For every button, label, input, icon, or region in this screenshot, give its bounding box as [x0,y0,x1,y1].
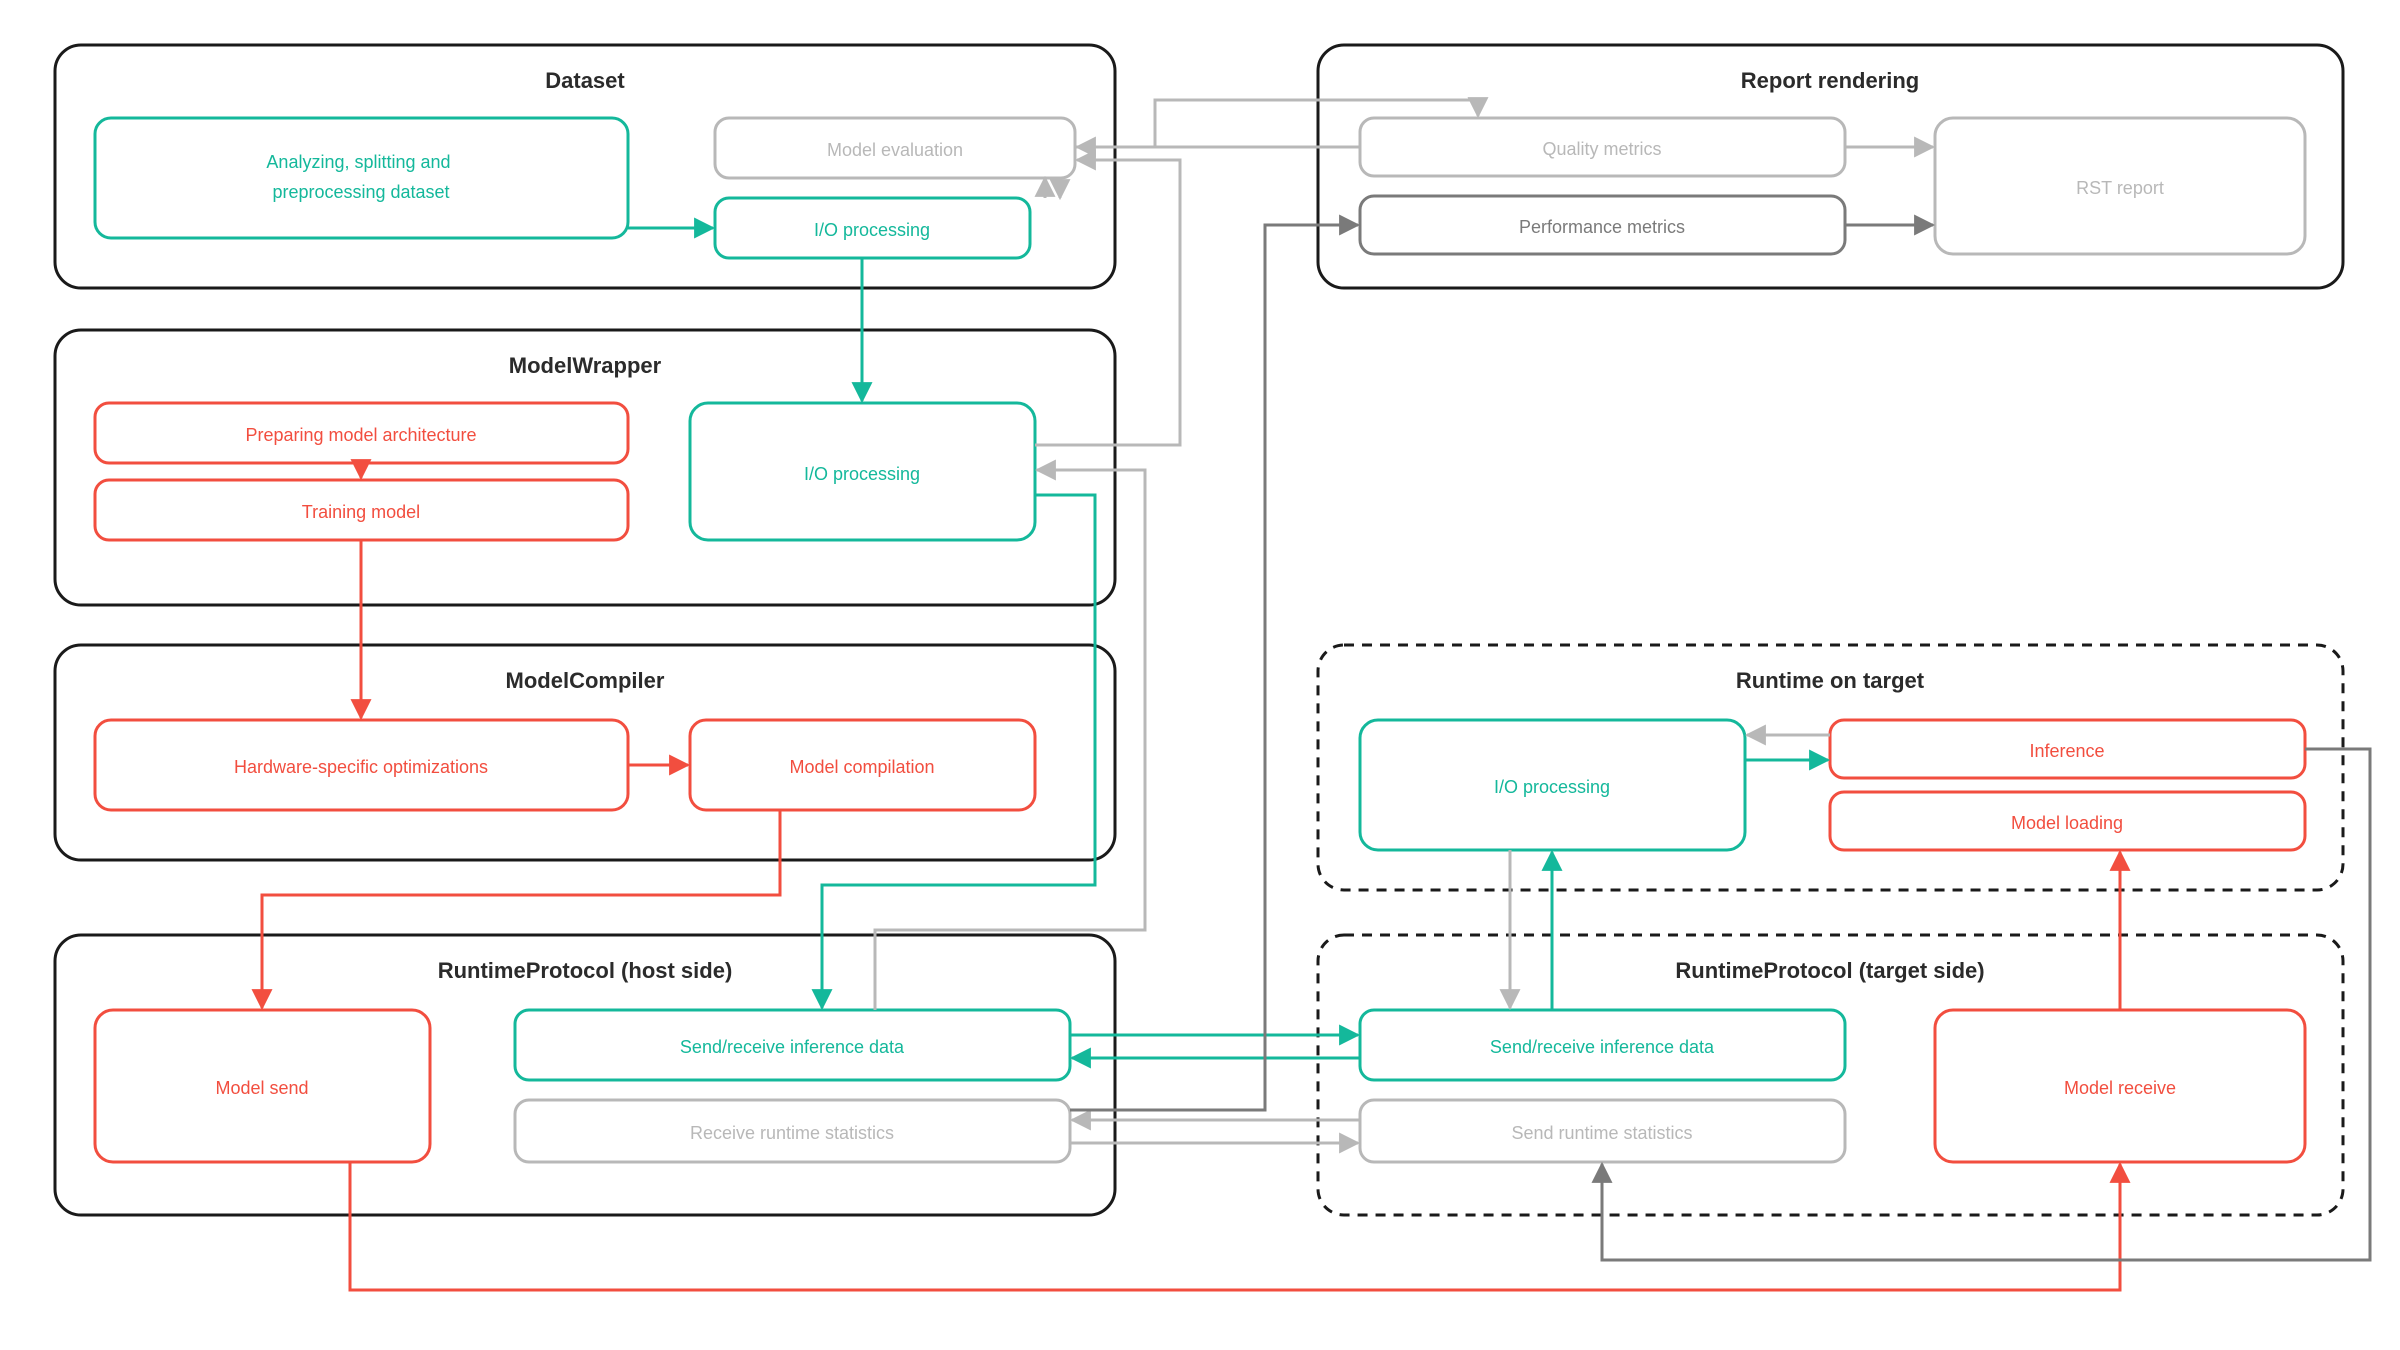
label-mc-compilation: Model compilation [789,757,934,777]
node-rptarget-send-stats: Send runtime statistics [1360,1100,1845,1162]
node-dataset-io: I/O processing [715,198,1030,258]
edge-inference-to-sendstats [1602,749,2370,1260]
label-mc-hwopt: Hardware-specific optimizations [234,757,488,777]
label-rptarget-send-recv-inf: Send/receive inference data [1490,1037,1715,1057]
group-title-modelcompiler: ModelCompiler [506,668,665,693]
group-title-report: Report rendering [1741,68,1919,93]
label-rt-io: I/O processing [1494,777,1610,797]
label-report-quality: Quality metrics [1542,139,1661,159]
node-mw-prepare-arch: Preparing model architecture [95,403,628,463]
group-modelcompiler: ModelCompiler Hardware-specific optimiza… [55,645,1115,860]
label-mw-prepare-arch: Preparing model architecture [245,425,476,445]
label-dataset-analyze-l1: Analyzing, splitting and [266,152,450,172]
node-dataset-analyze: Analyzing, splitting and preprocessing d… [95,118,628,238]
node-rphost-send-recv-inf: Send/receive inference data [515,1010,1070,1080]
node-rt-io: I/O processing [1360,720,1745,850]
label-mw-training: Training model [302,502,420,522]
node-mw-io: I/O processing [690,403,1035,540]
node-report-performance: Performance metrics [1360,196,1845,254]
group-title-modelwrapper: ModelWrapper [509,353,662,378]
group-dataset: Dataset Analyzing, splitting and preproc… [55,45,1115,288]
label-dataset-io: I/O processing [814,220,930,240]
group-rphost: RuntimeProtocol (host side) Model send S… [55,935,1115,1215]
edge-recvstats-to-performance [1070,225,1358,1110]
label-rphost-send-recv-inf: Send/receive inference data [680,1037,905,1057]
edge-rphost-inf-to-mw-io [875,470,1145,1010]
group-title-dataset: Dataset [545,68,625,93]
node-report-quality: Quality metrics [1360,118,1845,176]
group-runtime-target: Runtime on target I/O processing Inferen… [1318,645,2343,890]
node-rt-model-loading: Model loading [1830,792,2305,850]
node-rptarget-send-recv-inf: Send/receive inference data [1360,1010,1845,1080]
label-dataset-model-eval: Model evaluation [827,140,963,160]
label-rptarget-send-stats: Send runtime statistics [1511,1123,1692,1143]
group-modelwrapper: ModelWrapper Preparing model architectur… [55,330,1115,605]
node-rphost-recv-stats: Receive runtime statistics [515,1100,1070,1162]
edge-modelsend-to-modelreceive [350,1162,2120,1290]
label-rptarget-model-receive: Model receive [2064,1078,2176,1098]
group-title-rptarget: RuntimeProtocol (target side) [1675,958,1984,983]
label-rt-inference: Inference [2029,741,2104,761]
label-mw-io: I/O processing [804,464,920,484]
edge-modeleval-to-quality [1075,100,1478,147]
group-report: Report rendering Quality metrics Perform… [1318,45,2343,288]
label-report-rst: RST report [2076,178,2164,198]
node-report-rst: RST report [1935,118,2305,254]
svg-text:Analyzing, splitting and: Analyzing, splitting and preprocessing d… [266,152,455,202]
label-rt-model-loading: Model loading [2011,813,2123,833]
node-mw-training: Training model [95,480,628,540]
node-mc-compilation: Model compilation [690,720,1035,810]
node-dataset-model-eval: Model evaluation [715,118,1075,178]
label-dataset-analyze-l2: preprocessing dataset [272,182,449,202]
node-rphost-model-send: Model send [95,1010,430,1162]
edge-mw-io-to-modeleval [1035,160,1180,445]
label-rphost-model-send: Model send [215,1078,308,1098]
label-report-performance: Performance metrics [1519,217,1685,237]
architecture-diagram: Dataset Analyzing, splitting and preproc… [0,0,2400,1350]
group-title-runtime-target: Runtime on target [1736,668,1925,693]
group-rptarget: RuntimeProtocol (target side) Send/recei… [1318,935,2343,1215]
node-rt-inference: Inference [1830,720,2305,778]
group-title-rphost: RuntimeProtocol (host side) [438,958,733,983]
node-rptarget-model-receive: Model receive [1935,1010,2305,1162]
label-rphost-recv-stats: Receive runtime statistics [690,1123,894,1143]
node-mc-hwopt: Hardware-specific optimizations [95,720,628,810]
